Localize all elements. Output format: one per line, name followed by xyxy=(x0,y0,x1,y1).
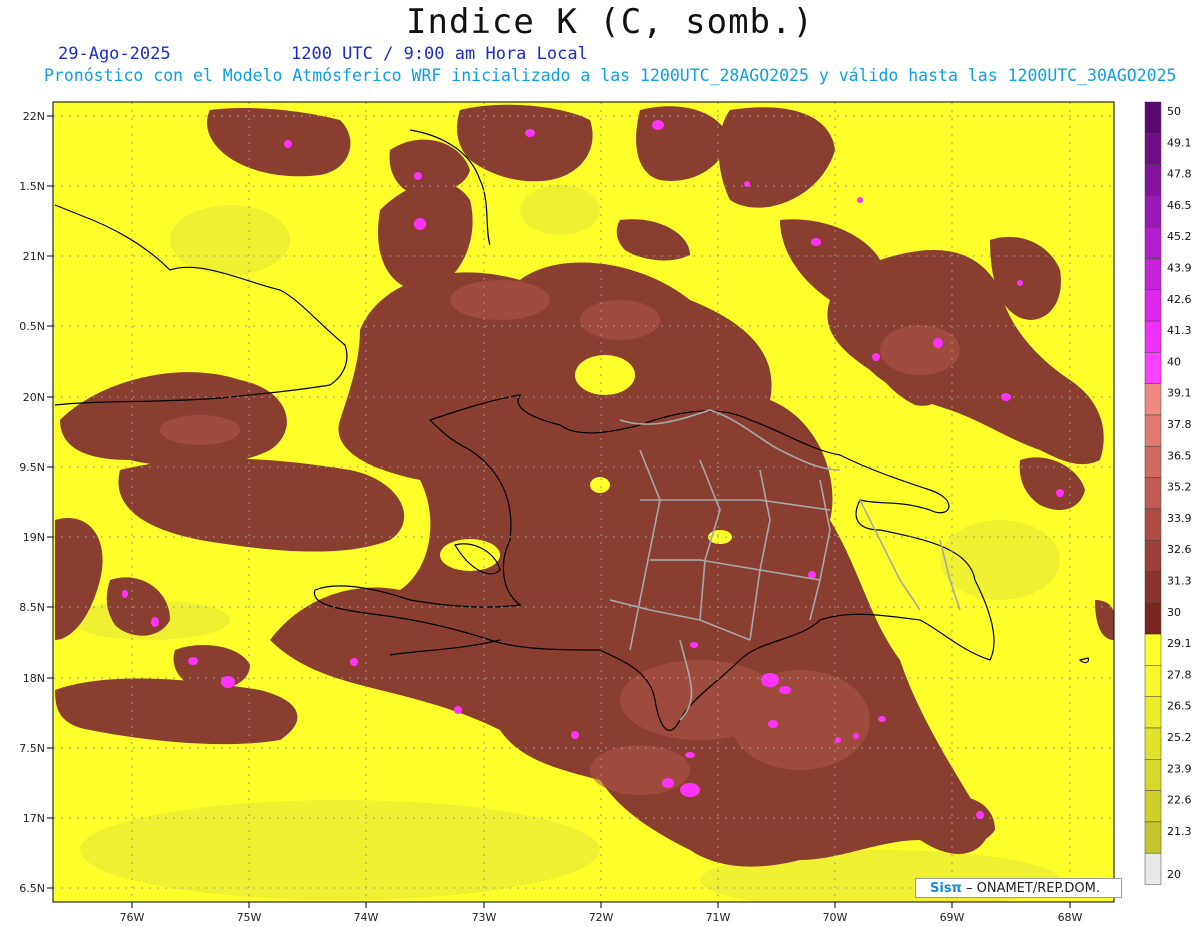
colorbar-label: 50 xyxy=(1167,105,1181,118)
colorbar-label: 31.3 xyxy=(1167,575,1192,588)
colorbar-label: 21.3 xyxy=(1167,825,1192,838)
colorbar-label: 25.2 xyxy=(1167,731,1192,744)
colorbar-label: 30 xyxy=(1167,606,1181,619)
page-title: Indice K (C, somb.) xyxy=(406,2,814,42)
colorbar-swatch xyxy=(1144,852,1162,885)
colorbar-swatch xyxy=(1144,258,1162,291)
colorbar-label: 26.5 xyxy=(1167,700,1192,713)
colorbar-swatch xyxy=(1144,101,1162,134)
lon-label: 69W xyxy=(940,911,965,924)
lat-labels: 22N 1.5N 21N 0.5N 20N 9.5N 19N 8.5N 18N … xyxy=(19,110,45,895)
credit-box: Sisπ – ONAMET/REP.DOM. xyxy=(915,878,1122,898)
colorbar-label: 20 xyxy=(1167,868,1181,881)
lat-label: 6.5N xyxy=(19,882,45,895)
colorbar-swatch xyxy=(1144,539,1162,572)
colorbar-label: 37.8 xyxy=(1167,418,1192,431)
lon-label: 72W xyxy=(589,911,614,924)
colorbar-label: 49.1 xyxy=(1167,136,1192,149)
lat-label: 17N xyxy=(23,812,45,825)
lat-label: 7.5N xyxy=(19,742,45,755)
forecast-time: 1200 UTC / 9:00 am Hora Local xyxy=(291,44,588,64)
forecast-date: 29-Ago-2025 xyxy=(58,44,171,64)
colorbar-label: 39.1 xyxy=(1167,387,1192,400)
colorbar-label: 33.9 xyxy=(1167,512,1192,525)
colorbar-label: 43.9 xyxy=(1167,262,1192,275)
lon-label: 75W xyxy=(237,911,262,924)
colorbar-label: 42.6 xyxy=(1167,293,1192,306)
colorbar-swatch xyxy=(1144,446,1162,478)
colorbar-label: 41.3 xyxy=(1167,324,1192,337)
lon-label: 73W xyxy=(472,911,497,924)
colorbar-label: 29.1 xyxy=(1167,637,1192,650)
colorbar-swatch xyxy=(1144,508,1162,541)
colorbar-swatch xyxy=(1144,696,1162,729)
lon-label: 76W xyxy=(120,911,145,924)
colorbar-label: 32.6 xyxy=(1167,543,1192,556)
lat-label: 8.5N xyxy=(19,601,45,614)
lon-label: 74W xyxy=(354,911,379,924)
colorbar-swatch xyxy=(1144,164,1162,197)
lon-label: 68W xyxy=(1058,911,1083,924)
lon-labels: 76W 75W 74W 73W 72W 71W 70W 69W 68W xyxy=(120,911,1083,924)
colorbar-swatch xyxy=(1144,226,1162,259)
colorbar-swatch xyxy=(1144,759,1162,791)
colorbar-swatch xyxy=(1144,602,1162,635)
colorbar-label: 35.2 xyxy=(1167,481,1192,494)
colorbar-label: 36.5 xyxy=(1167,449,1192,462)
colorbar-swatch xyxy=(1144,320,1162,353)
lat-label: 1.5N xyxy=(19,180,45,193)
colorbar-swatch xyxy=(1144,352,1162,384)
colorbar-swatch xyxy=(1144,821,1162,854)
colorbar-label: 40 xyxy=(1167,355,1181,368)
colorbar-label: 22.6 xyxy=(1167,794,1192,807)
colorbar-label: 27.8 xyxy=(1167,668,1192,681)
colorbar-swatch xyxy=(1144,477,1162,510)
colorbar: 50 49.1 47.8 46.5 45.2 43.9 42.6 41.3 40 39.1 37.8… xyxy=(1144,101,1192,885)
lat-label: 21N xyxy=(23,250,45,263)
colorbar-swatch xyxy=(1144,665,1162,697)
credit-text: – ONAMET/REP.DOM. xyxy=(965,881,1101,896)
colorbar-label: 46.5 xyxy=(1167,199,1192,212)
colorbar-swatch xyxy=(1144,571,1162,604)
forecast-map: 22N 1.5N 21N 0.5N 20N 9.5N 19N 8.5N 18N … xyxy=(19,101,1192,924)
colorbar-swatch xyxy=(1144,414,1162,447)
lon-label: 71W xyxy=(706,911,731,924)
colorbar-label: 45.2 xyxy=(1167,230,1192,243)
lat-label: 18N xyxy=(23,672,45,685)
colorbar-swatch xyxy=(1144,289,1162,322)
colorbar-swatch xyxy=(1144,133,1162,165)
lat-label: 19N xyxy=(23,531,45,544)
colorbar-swatch xyxy=(1144,383,1162,416)
lat-label: 22N xyxy=(23,110,45,123)
colorbar-swatch xyxy=(1144,195,1162,228)
colorbar-swatch xyxy=(1144,727,1162,760)
lat-label: 0.5N xyxy=(19,320,45,333)
lon-label: 70W xyxy=(823,911,848,924)
colorbar-swatch xyxy=(1144,633,1162,666)
colorbar-label: 47.8 xyxy=(1167,168,1192,181)
lat-label: 20N xyxy=(23,391,45,404)
forecast-subtitle: Pronóstico con el Modelo Atmósferico WRF… xyxy=(44,66,1177,85)
colorbar-swatch xyxy=(1144,790,1162,823)
lat-label: 9.5N xyxy=(19,461,45,474)
colorbar-label: 23.9 xyxy=(1167,762,1192,775)
sispi-logo: Sisπ xyxy=(930,881,962,896)
